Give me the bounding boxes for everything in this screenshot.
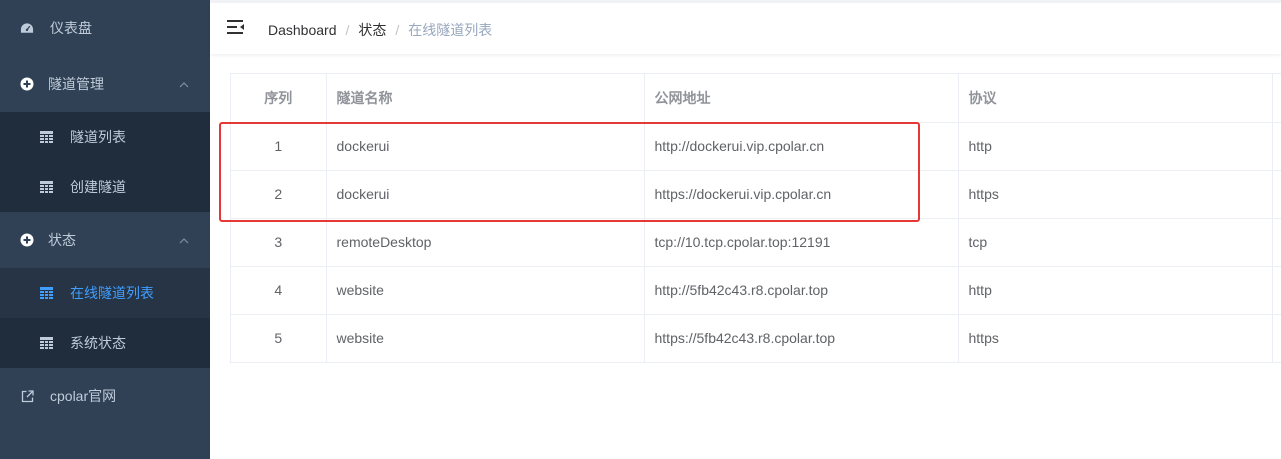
hamburger-menu-icon[interactable] — [227, 19, 245, 35]
menu-label-dashboard: 仪表盘 — [50, 20, 92, 36]
cell-protocol: http — [958, 266, 1273, 315]
circle-plus-icon — [20, 77, 34, 91]
cell-address: http://dockerui.vip.cpolar.cn — [644, 122, 959, 171]
circle-plus-icon — [20, 233, 34, 247]
table-header-row: 序列 隧道名称 公网地址 协议 — [231, 74, 1281, 123]
sidebar-item-label: 系统状态 — [70, 335, 126, 351]
cell-address: http://5fb42c43.r8.cpolar.top — [644, 266, 959, 315]
navbar: Dashboard / 状态 / 在线隧道列表 — [210, 0, 1281, 54]
cell-index: 2 — [231, 170, 327, 219]
cell-address: tcp://10.tcp.cpolar.top:12191 — [644, 218, 959, 267]
breadcrumb-separator: / — [395, 22, 400, 38]
breadcrumb-status[interactable]: 状态 — [358, 20, 386, 40]
cell-name: dockerui — [326, 122, 645, 171]
cell-extra — [1272, 170, 1281, 219]
table-row: 5 website https://5fb42c43.r8.cpolar.top… — [231, 314, 1281, 362]
cell-name: website — [326, 266, 645, 315]
chevron-up-icon — [178, 234, 190, 246]
breadcrumb-separator: / — [345, 22, 350, 38]
cell-index: 5 — [231, 314, 327, 362]
sidebar-item-system-status[interactable]: 系统状态 — [0, 318, 210, 368]
menu-item-status[interactable]: 状态 — [0, 212, 210, 268]
submenu-status: 在线隧道列表 系统状态 — [0, 268, 210, 368]
menu-item-tunnel-management[interactable]: 隧道管理 — [0, 56, 210, 112]
table-icon — [40, 131, 53, 143]
sidebar-item-tunnel-list[interactable]: 隧道列表 — [0, 112, 210, 162]
breadcrumb: Dashboard / 状态 / 在线隧道列表 — [268, 20, 492, 40]
cell-extra — [1272, 314, 1281, 362]
sidebar-item-label: 创建隧道 — [70, 179, 126, 195]
sidebar-item-label: 在线隧道列表 — [70, 285, 154, 301]
external-link-icon — [20, 389, 34, 403]
cell-protocol: https — [958, 170, 1273, 219]
breadcrumb-current: 在线隧道列表 — [408, 22, 493, 38]
cell-protocol: https — [958, 314, 1273, 362]
sidebar-item-create-tunnel[interactable]: 创建隧道 — [0, 162, 210, 212]
table-icon — [40, 287, 53, 299]
cell-name: dockerui — [326, 170, 645, 219]
menu-label-tunnel-management: 隧道管理 — [48, 76, 104, 92]
cell-name: website — [326, 314, 645, 362]
table-icon — [40, 337, 53, 349]
breadcrumb-dashboard[interactable]: Dashboard — [268, 22, 337, 38]
menu-label-status: 状态 — [48, 232, 76, 248]
table-row: 1 dockerui http://dockerui.vip.cpolar.cn… — [231, 122, 1281, 171]
cell-extra — [1272, 266, 1281, 315]
main-content: Dashboard / 状态 / 在线隧道列表 序列 隧道名称 公网地址 协议 — [210, 0, 1281, 459]
cell-name: remoteDesktop — [326, 218, 645, 267]
dashboard-gauge-icon — [20, 21, 34, 35]
chevron-up-icon — [178, 78, 190, 90]
cell-index: 1 — [231, 122, 327, 171]
submenu-tunnel-management: 隧道列表 创建隧道 — [0, 112, 210, 212]
table-row: 3 remoteDesktop tcp://10.tcp.cpolar.top:… — [231, 218, 1281, 267]
table-icon — [40, 181, 53, 193]
table-row: 4 website http://5fb42c43.r8.cpolar.top … — [231, 266, 1281, 315]
column-header-address: 公网地址 — [644, 74, 959, 123]
tunnel-table: 序列 隧道名称 公网地址 协议 1 dockerui http://docker… — [230, 73, 1281, 363]
menu-label-cpolar-website: cpolar官网 — [50, 388, 117, 404]
cell-extra — [1272, 218, 1281, 267]
column-header-protocol: 协议 — [958, 74, 1273, 123]
column-header-extra — [1272, 74, 1281, 123]
cell-protocol: http — [958, 122, 1273, 171]
column-header-index: 序列 — [231, 74, 327, 123]
cell-extra — [1272, 122, 1281, 171]
sidebar-item-online-tunnels[interactable]: 在线隧道列表 — [0, 268, 210, 318]
cell-index: 3 — [231, 218, 327, 267]
cell-address: https://5fb42c43.r8.cpolar.top — [644, 314, 959, 362]
sidebar-item-label: 隧道列表 — [70, 129, 126, 145]
cell-protocol: tcp — [958, 218, 1273, 267]
menu-item-dashboard[interactable]: 仪表盘 — [0, 0, 210, 56]
sidebar: 仪表盘 隧道管理 隧道列表 创建隧道 状态 在线隧道列表 系统状态 cpolar… — [0, 0, 210, 459]
menu-item-cpolar-website[interactable]: cpolar官网 — [0, 368, 210, 424]
cell-index: 4 — [231, 266, 327, 315]
column-header-name: 隧道名称 — [326, 74, 645, 123]
table-row: 2 dockerui https://dockerui.vip.cpolar.c… — [231, 170, 1281, 219]
cell-address: https://dockerui.vip.cpolar.cn — [644, 170, 959, 219]
